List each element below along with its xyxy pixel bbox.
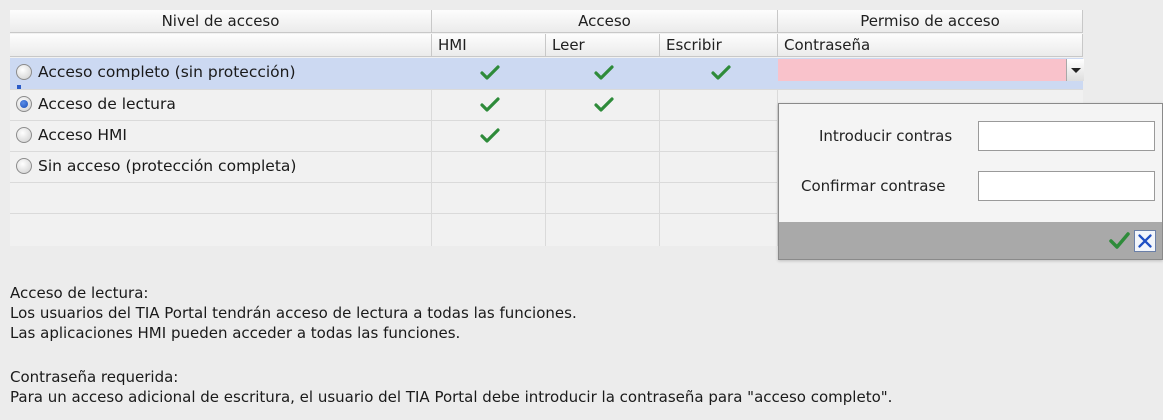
table-header-group-row: Nivel de acceso Acceso Permiso de acceso — [10, 10, 1083, 34]
row-label-acceso-completo: Acceso completo (sin protección) — [38, 63, 296, 81]
focus-marker — [17, 85, 21, 89]
checkmark-icon — [594, 97, 614, 112]
column-header-leer: Leer — [546, 34, 660, 57]
checkmark-icon — [711, 65, 731, 80]
description-line: Los usuarios del TIA Portal tendrán acce… — [10, 304, 577, 322]
confirm-password-label: Confirmar contrase — [801, 177, 946, 195]
password-popup: Introducir contras Confirmar contrase — [778, 103, 1163, 260]
table-row-acceso-completo[interactable]: Acceso completo (sin protección) — [10, 58, 1084, 89]
description-line: Para un acceso adicional de escritura, e… — [10, 388, 893, 406]
column-header-hmi: HMI — [432, 34, 546, 57]
column-header-permiso-de-acceso: Permiso de acceso — [778, 10, 1083, 33]
radio-sin-acceso[interactable] — [16, 158, 32, 174]
description-title-contrasena: Contraseña requerida: — [10, 368, 179, 386]
checkmark-icon — [480, 97, 500, 112]
popup-footer — [779, 222, 1162, 259]
description-title-lectura: Acceso de lectura: — [10, 284, 149, 302]
confirm-password-input[interactable] — [978, 171, 1155, 201]
cancel-x-icon[interactable] — [1134, 230, 1156, 252]
password-dropdown[interactable] — [778, 59, 1084, 81]
column-header-contrasena: Contraseña — [778, 34, 1083, 57]
table-header-column-row: HMI Leer Escribir Contraseña — [10, 34, 1083, 58]
description-line: Las aplicaciones HMI pueden acceder a to… — [10, 324, 461, 342]
column-header-nivel-de-acceso: Nivel de acceso — [10, 10, 432, 33]
column-header-acceso: Acceso — [432, 10, 778, 33]
column-header-blank — [10, 34, 432, 57]
column-header-escribir: Escribir — [660, 34, 778, 57]
radio-acceso-hmi[interactable] — [16, 127, 32, 143]
radio-acceso-de-lectura[interactable] — [16, 96, 32, 112]
checkmark-icon — [594, 65, 614, 80]
enter-password-label: Introducir contras — [819, 127, 953, 145]
row-label-sin-acceso: Sin acceso (protección completa) — [38, 157, 297, 175]
row-label-acceso-de-lectura: Acceso de lectura — [38, 95, 176, 113]
radio-acceso-completo[interactable] — [16, 64, 32, 80]
checkmark-icon — [480, 128, 500, 143]
confirm-checkmark-icon[interactable] — [1108, 230, 1130, 252]
chevron-down-icon[interactable] — [1066, 59, 1084, 81]
enter-password-input[interactable] — [978, 121, 1155, 151]
checkmark-icon — [480, 65, 500, 80]
row-label-acceso-hmi: Acceso HMI — [38, 126, 127, 144]
